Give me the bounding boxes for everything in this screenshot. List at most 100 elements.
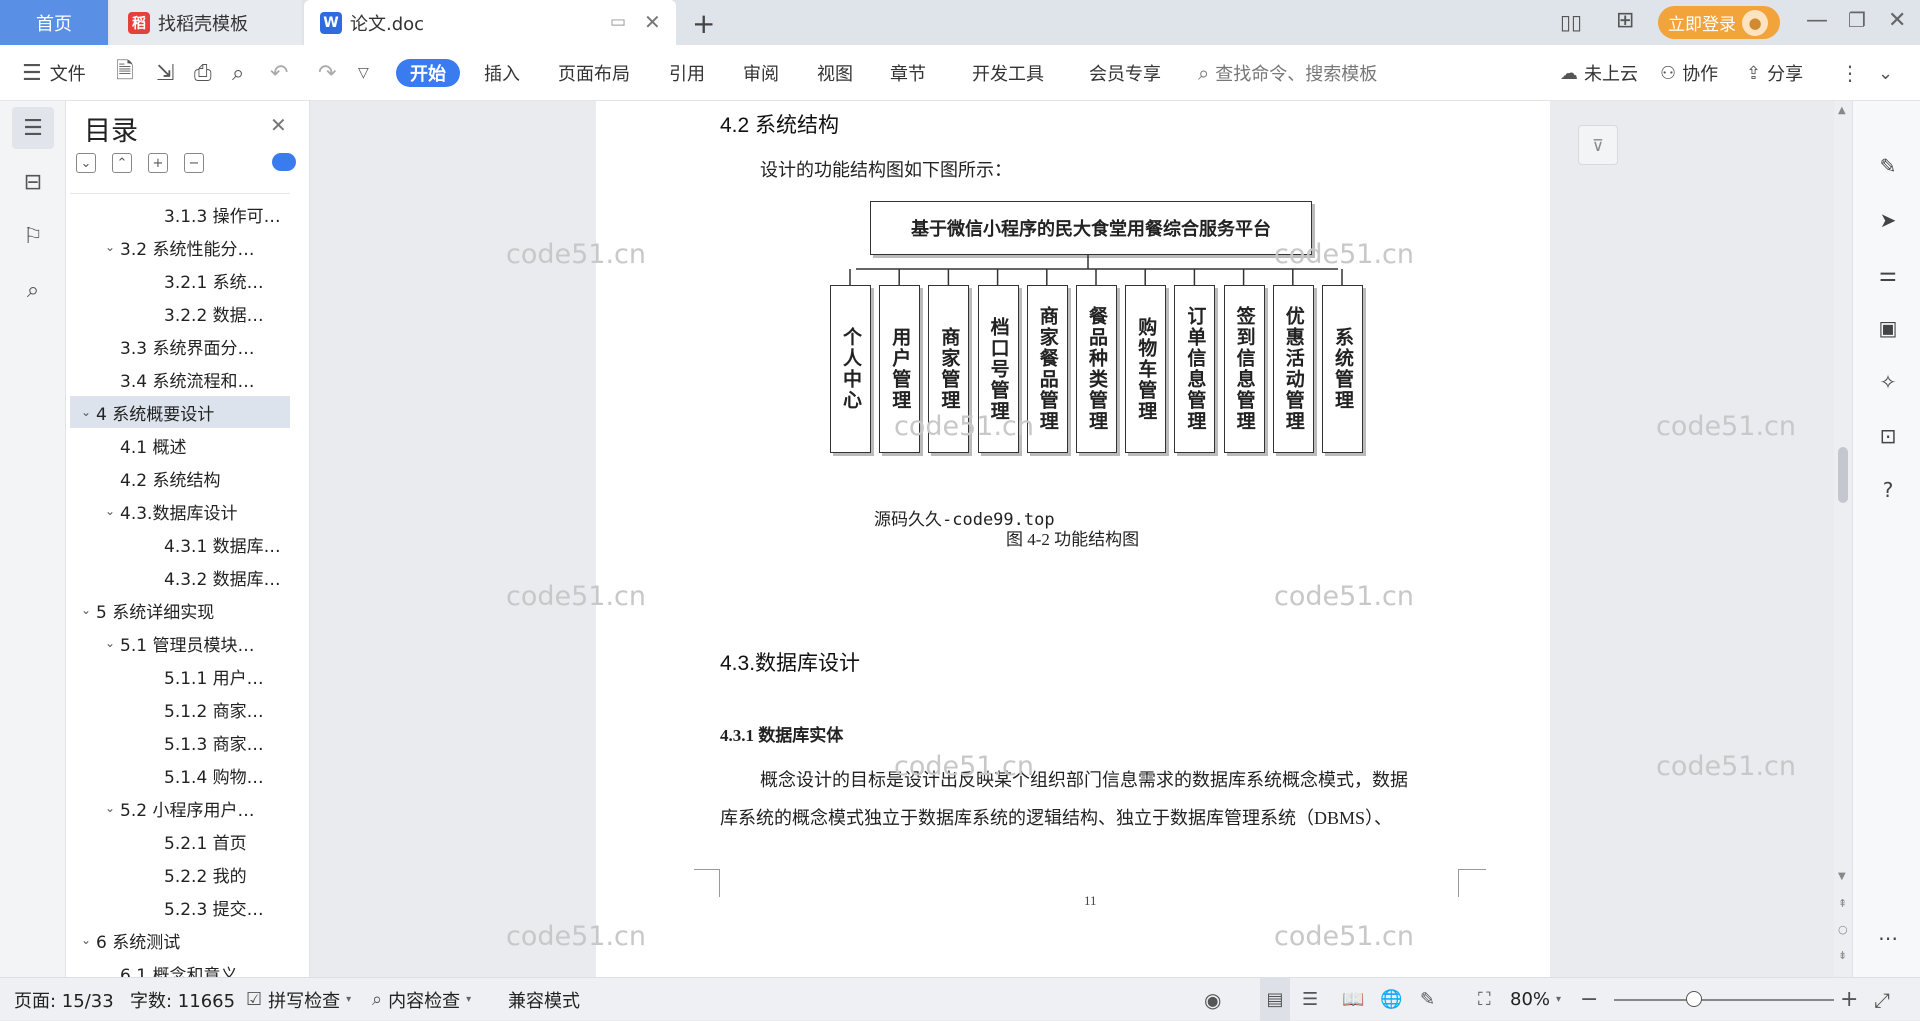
outline-view-icon[interactable]: ☰ — [1302, 978, 1318, 1021]
page-indicator[interactable]: 页面: 15/33 — [14, 978, 114, 1021]
toc-item[interactable]: 3.2.1 系统… — [70, 264, 290, 296]
remove-level-icon[interactable]: − — [184, 153, 204, 173]
write-view-icon[interactable]: ✎ — [1420, 978, 1435, 1021]
chevron-down-icon[interactable]: ⌄ — [100, 240, 120, 254]
toc-item[interactable]: ⌄ 4.3.数据库设计 — [70, 495, 290, 527]
fullscreen-icon[interactable]: ⤢ — [1874, 978, 1890, 1021]
toc-item[interactable]: ⌄ 5.2 小程序用户… — [70, 792, 290, 824]
ribbon-tab-review[interactable]: 审阅 — [739, 59, 783, 87]
chevron-down-icon[interactable]: ⌄ — [100, 801, 120, 815]
find-icon[interactable]: ⌕ — [12, 269, 54, 311]
word-count[interactable]: 字数: 11665 — [130, 978, 235, 1021]
ribbon-tab-references[interactable]: 引用 — [665, 59, 709, 87]
side-panel-toggle-icon[interactable]: ⊽ — [1578, 125, 1618, 165]
redo-icon[interactable]: ↷ — [318, 45, 336, 101]
toc-item[interactable]: 6.1 概念和意义 — [70, 957, 290, 978]
read-view-icon[interactable]: 📖 — [1342, 978, 1364, 1021]
ribbon-tab-member[interactable]: 会员专享 — [1086, 59, 1164, 87]
toc-item[interactable]: 5.2.3 提交… — [70, 891, 290, 923]
print-icon[interactable]: ⎙ — [194, 45, 212, 101]
add-level-icon[interactable]: + — [148, 153, 168, 173]
save-icon[interactable]: 🗎 — [116, 45, 134, 101]
toc-item[interactable]: ⌄ 5.1 管理员模块… — [70, 627, 290, 659]
zoom-slider-handle[interactable] — [1686, 991, 1702, 1007]
login-button[interactable]: 立即登录 ● — [1658, 6, 1780, 39]
document-page[interactable]: 4.2 系统结构 设计的功能结构图如下图所示： 基于微信小程序的民大食堂用餐综合… — [596, 101, 1550, 977]
toc-item[interactable]: 5.1.1 用户… — [70, 660, 290, 692]
ribbon-tab-insert[interactable]: 插入 — [480, 59, 524, 87]
select-browse-icon[interactable]: ○ — [1838, 923, 1848, 936]
export-icon[interactable]: ⇲ — [156, 45, 174, 101]
toc-toggle-icon[interactable] — [272, 153, 296, 171]
ai-icon[interactable]: ✧ — [1875, 369, 1901, 395]
zoom-out-icon[interactable]: − — [1580, 978, 1598, 1021]
layout-icon[interactable]: ▯▯ — [1560, 10, 1582, 34]
restore-icon[interactable]: ❐ — [1848, 8, 1866, 32]
scroll-down-icon[interactable]: ▼ — [1838, 871, 1846, 882]
zoom-slider[interactable] — [1614, 999, 1834, 1001]
toc-item[interactable]: 4.1 概述 — [70, 429, 290, 461]
content-check-button[interactable]: ⌕ 内容检查 ▾ — [372, 978, 471, 1021]
toc-item[interactable]: 3.3 系统界面分… — [70, 330, 290, 362]
scroll-thumb[interactable] — [1838, 447, 1848, 503]
prev-page-icon[interactable]: ⇞ — [1838, 897, 1847, 910]
toc-item[interactable]: 4.3.2 数据库… — [70, 561, 290, 593]
apps-grid-icon[interactable]: ⊞ — [1616, 8, 1634, 33]
ribbon-tab-chapter[interactable]: 章节 — [886, 59, 930, 87]
ribbon-tab-layout[interactable]: 页面布局 — [556, 59, 632, 87]
scroll-up-icon[interactable]: ▲ — [1838, 105, 1846, 116]
undo-icon[interactable]: ↶ — [270, 45, 288, 101]
toc-item[interactable]: 3.1.3 操作可… — [70, 198, 290, 230]
tab-home[interactable]: 首页 — [0, 0, 108, 45]
toc-item[interactable]: ⌄ 5 系统详细实现 — [70, 594, 290, 626]
more-options-icon[interactable]: ⋯ — [1875, 925, 1901, 951]
image-edit-icon[interactable]: ▣ — [1875, 315, 1901, 341]
toc-item[interactable]: ⌄ 6 系统测试 — [70, 924, 290, 956]
file-menu[interactable]: ☰ 文件 — [22, 45, 86, 101]
ribbon-tab-start[interactable]: 开始 — [396, 59, 460, 87]
toc-item[interactable]: 4.3.1 数据库… — [70, 528, 290, 560]
chevron-down-icon[interactable]: ⌄ — [76, 603, 96, 617]
toc-item[interactable]: 3.4 系统流程和… — [70, 363, 290, 395]
share-button[interactable]: ⇪ 分享 — [1746, 45, 1803, 101]
print-preview-icon[interactable]: ⌕ — [232, 45, 244, 101]
minimize-icon[interactable]: — — [1806, 8, 1828, 33]
collapse-ribbon-icon[interactable]: ⌄ — [1878, 45, 1893, 101]
ribbon-tab-developer[interactable]: 开发工具 — [968, 59, 1048, 87]
spell-check-button[interactable]: ☑ 拼写检查 ▾ — [246, 978, 351, 1021]
vertical-scrollbar[interactable]: ▲ ▼ ⇞ ○ ⇟ — [1834, 101, 1852, 977]
cloud-status[interactable]: ☁ 未上云 — [1560, 45, 1638, 101]
new-tab-icon[interactable]: + — [692, 7, 715, 40]
reader-icon[interactable]: ⊡ — [1875, 423, 1901, 449]
toc-item[interactable]: 5.2.1 首页 — [70, 825, 290, 857]
toc-item[interactable]: ⌄ 4 系统概要设计 — [70, 396, 290, 428]
page-view-icon[interactable]: ▤ — [1260, 978, 1290, 1021]
toc-item[interactable]: 5.1.3 商家… — [70, 726, 290, 758]
toc-item[interactable]: 3.2.2 数据… — [70, 297, 290, 329]
compat-mode[interactable]: 兼容模式 — [508, 978, 580, 1021]
collab-button[interactable]: ⚇ 协作 — [1660, 45, 1718, 101]
cursor-icon[interactable]: ➤ — [1875, 207, 1901, 233]
zoom-in-icon[interactable]: + — [1840, 978, 1858, 1021]
zoom-dropdown[interactable]: 80% ▾ — [1510, 978, 1561, 1021]
toc-item[interactable]: 5.2.2 我的 — [70, 858, 290, 890]
more-icon[interactable]: ⋮ — [1840, 45, 1860, 101]
customize-dropdown-icon[interactable]: ▽ — [358, 45, 369, 101]
toc-item[interactable]: 5.1.4 购物… — [70, 759, 290, 791]
collapse-up-icon[interactable]: ⌃ — [112, 153, 132, 173]
tab-templates[interactable]: 稻 找稻壳模板 — [110, 0, 302, 45]
help-icon[interactable]: ? — [1875, 477, 1901, 503]
ribbon-tab-view[interactable]: 视图 — [813, 59, 857, 87]
expand-down-icon[interactable]: ⌄ — [76, 153, 96, 173]
tab-document[interactable]: W 论文.doc ▭ ✕ — [304, 0, 676, 45]
adjust-icon[interactable]: ⚌ — [1875, 261, 1901, 287]
fit-page-icon[interactable]: ⛶ — [1478, 978, 1491, 1021]
window-icon[interactable]: ▭ — [610, 12, 626, 32]
close-panel-icon[interactable]: ✕ — [270, 113, 287, 137]
web-view-icon[interactable]: 🌐 — [1380, 978, 1402, 1021]
command-search[interactable]: ⌕ 查找命令、搜索模板 — [1198, 45, 1377, 101]
close-tab-icon[interactable]: ✕ — [644, 10, 661, 34]
chevron-down-icon[interactable]: ⌄ — [100, 504, 120, 518]
toc-panel-icon[interactable]: ☰ — [12, 107, 54, 149]
bookmark-icon[interactable]: ⚐ — [12, 215, 54, 257]
